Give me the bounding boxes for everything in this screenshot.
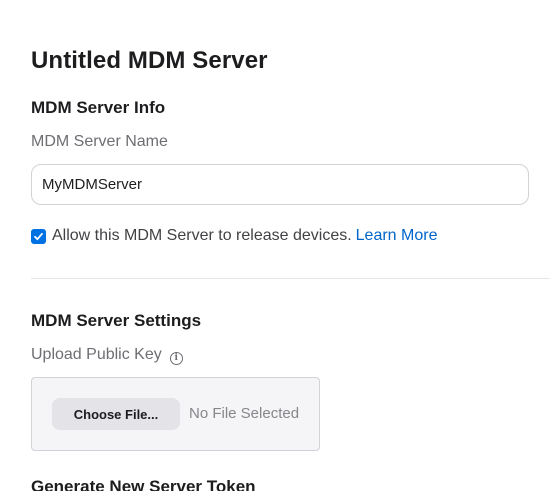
server-info-heading: MDM Server Info	[31, 98, 166, 117]
section-divider	[31, 278, 550, 279]
upload-public-key-label: Upload Public Key	[31, 346, 162, 363]
release-devices-label: Allow this MDM Server to release devices…	[52, 227, 352, 244]
upload-public-key-label-row: Upload Public Key i	[31, 345, 183, 365]
checkmark-icon	[34, 232, 43, 240]
file-upload-box: Choose File... No File Selected	[31, 377, 320, 451]
server-settings-heading: MDM Server Settings	[31, 311, 202, 330]
file-status-text: No File Selected	[189, 405, 300, 422]
page-title: Untitled MDM Server	[31, 47, 268, 74]
choose-file-button[interactable]: Choose File...	[52, 398, 180, 430]
info-circle-icon[interactable]: i	[169, 352, 183, 365]
server-name-input[interactable]	[31, 164, 529, 205]
mdm-server-page: Untitled MDM Server MDM Server Info MDM …	[0, 0, 550, 491]
generate-token-heading: Generate New Server Token	[31, 477, 256, 491]
release-devices-row: Allow this MDM Server to release devices…	[31, 226, 437, 246]
learn-more-link[interactable]: Learn More	[356, 226, 438, 246]
release-devices-checkbox[interactable]	[31, 228, 46, 244]
server-name-label: MDM Server Name	[31, 133, 168, 150]
